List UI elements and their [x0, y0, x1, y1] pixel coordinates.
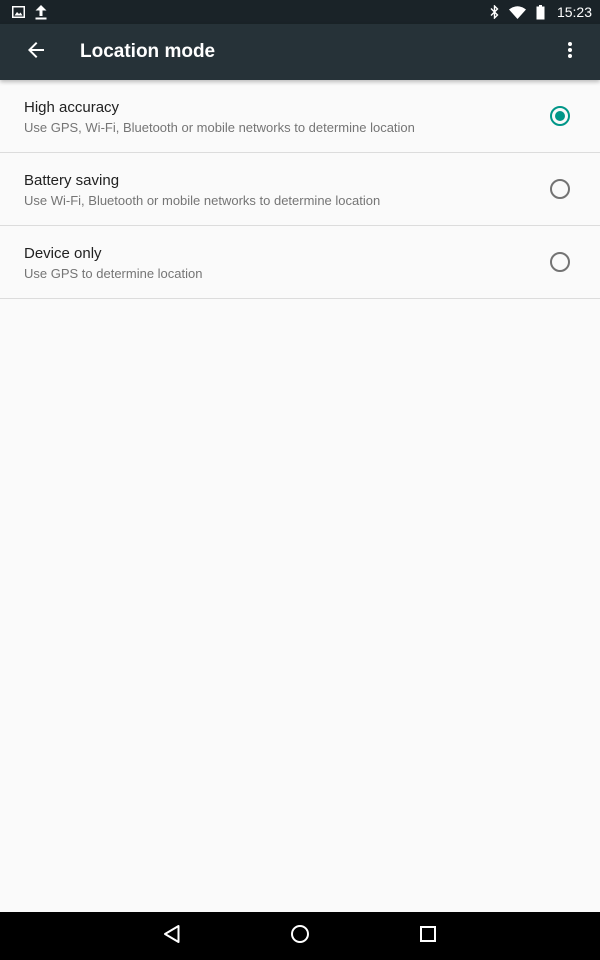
status-bar-system: 15:23 [490, 4, 592, 20]
option-battery-saving[interactable]: Battery saving Use Wi-Fi, Bluetooth or m… [0, 153, 600, 226]
screen: 15:23 Location mode High accuracy Use GP… [0, 0, 600, 960]
nav-recents-button[interactable] [412, 920, 444, 952]
app-bar: Location mode [0, 24, 600, 80]
radio-high-accuracy[interactable] [550, 106, 570, 126]
recents-square-icon [419, 925, 437, 948]
nav-home-button[interactable] [284, 920, 316, 952]
more-vert-icon [568, 41, 572, 63]
back-triangle-icon [163, 924, 181, 949]
option-summary: Use Wi-Fi, Bluetooth or mobile networks … [24, 193, 381, 208]
option-title: High accuracy [24, 99, 120, 116]
nav-back-button[interactable] [156, 920, 188, 952]
bluetooth-icon [490, 5, 499, 19]
overflow-menu-button[interactable] [550, 28, 590, 76]
status-bar: 15:23 [0, 0, 600, 24]
radio-selected-dot [555, 111, 565, 121]
option-title: Battery saving [24, 172, 120, 189]
radio-device-only[interactable] [550, 252, 570, 272]
arrow-back-icon [28, 41, 44, 63]
image-notification-icon [12, 6, 25, 18]
upload-icon [35, 4, 47, 20]
wifi-icon [508, 5, 526, 19]
option-summary: Use GPS to determine location [24, 266, 203, 281]
page-title: Location mode [80, 41, 216, 62]
status-time: 15:23 [556, 4, 592, 20]
radio-battery-saving[interactable] [550, 179, 570, 199]
option-summary: Use GPS, Wi-Fi, Bluetooth or mobile netw… [24, 120, 415, 135]
option-title: Device only [24, 245, 102, 262]
battery-icon [536, 4, 545, 20]
status-bar-notifications [12, 4, 47, 20]
navigation-bar [0, 912, 600, 960]
option-high-accuracy[interactable]: High accuracy Use GPS, Wi-Fi, Bluetooth … [0, 80, 600, 153]
option-device-only[interactable]: Device only Use GPS to determine locatio… [0, 226, 600, 299]
home-circle-icon [290, 924, 310, 949]
location-mode-options: High accuracy Use GPS, Wi-Fi, Bluetooth … [0, 80, 600, 299]
back-button[interactable] [8, 24, 64, 80]
